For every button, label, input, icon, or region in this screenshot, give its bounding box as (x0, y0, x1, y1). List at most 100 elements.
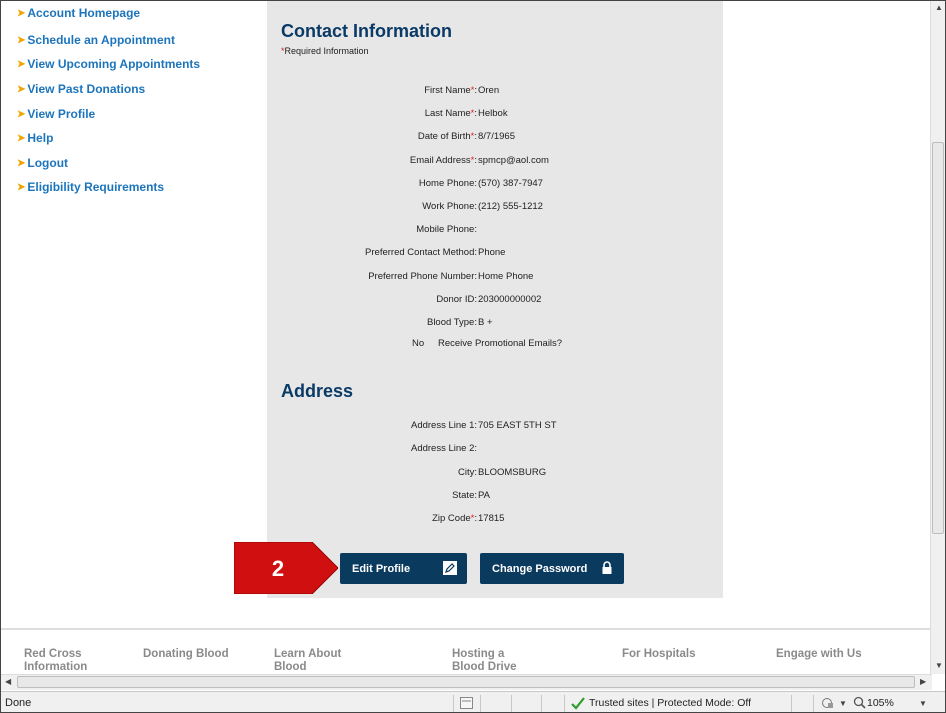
field-label: Last Name*: (424, 108, 477, 120)
zoom-icon[interactable] (853, 696, 866, 709)
field-value: spmcp@aol.com (478, 154, 549, 166)
footer-link-label: Donating Blood (143, 648, 229, 660)
footer-link-label: Engage with Us (776, 648, 862, 660)
nav-account-homepage[interactable]: ➤ Account Homepage (17, 6, 140, 20)
status-divider (480, 695, 481, 712)
footer-link-red-cross-information[interactable]: Red Cross Information (24, 648, 87, 674)
field-value: 705 EAST 5TH ST (478, 420, 557, 431)
scroll-left-icon[interactable]: ◀ (5, 677, 11, 686)
security-zone-text[interactable]: Trusted sites | Protected Mode: Off (589, 697, 751, 709)
field-label: Address Line 1: (410, 420, 477, 431)
footer-link-donating-blood[interactable]: Donating Blood (143, 648, 229, 661)
step-callout-arrow: 2 (234, 542, 338, 594)
chevron-right-icon: ➤ (17, 84, 26, 95)
nav-schedule-appointment[interactable]: ➤ Schedule an Appointment (17, 33, 175, 47)
address-heading: Address (281, 381, 354, 401)
field-label: Donor ID: (436, 293, 477, 305)
scroll-right-icon[interactable]: ▶ (920, 677, 926, 686)
field-value: Oren (478, 85, 500, 96)
footer-link-label: For Hospitals (622, 648, 696, 660)
required-asterisk: * (470, 513, 475, 525)
zoom-dropdown-icon[interactable]: ▼ (919, 699, 927, 708)
field-value: Home Phone (478, 270, 534, 282)
field-value: 8/7/1965 (478, 131, 515, 143)
required-asterisk: * (470, 85, 475, 96)
nav-help[interactable]: ➤ Help (17, 131, 53, 145)
field-value: 17815 (478, 513, 505, 525)
footer-link-learn-about-blood[interactable]: Learn About Blood (274, 648, 341, 674)
scroll-down-icon[interactable]: ▼ (935, 661, 943, 670)
status-divider (453, 695, 454, 712)
field-label: State: (452, 489, 477, 501)
field-value: 203000000002 (478, 293, 542, 305)
required-asterisk: * (470, 131, 475, 143)
vertical-scrollbar[interactable]: ▲ ▼ (930, 1, 945, 674)
nav-view-profile[interactable]: ➤ View Profile (17, 107, 95, 121)
field-value: B + (478, 317, 493, 328)
nav-view-past-donations[interactable]: ➤ View Past Donations (17, 82, 145, 96)
field-label: Address Line 2: (410, 443, 477, 455)
footer-link-for-hospitals[interactable]: For Hospitals (622, 648, 695, 661)
field-value: Phone (478, 247, 506, 259)
footer-link-engage-with-us[interactable]: Engage with Us (776, 648, 862, 661)
edit-profile-button[interactable]: Edit Profile (340, 553, 467, 584)
chevron-right-icon: ➤ (17, 35, 26, 46)
horizontal-scroll-thumb[interactable] (17, 676, 915, 688)
nav-logout[interactable]: ➤ Logout (17, 156, 68, 170)
promo-emails-value: No (412, 338, 425, 349)
field-value: PA (478, 489, 490, 501)
chevron-right-icon: ➤ (17, 59, 26, 70)
field-label: Preferred Phone Number: (368, 270, 477, 282)
lock-icon (602, 561, 612, 574)
status-divider (511, 695, 512, 712)
browser-window: ➤ Account Homepage ➤ Schedule an Appointme… (0, 0, 946, 713)
chevron-right-icon: ➤ (17, 109, 26, 120)
profile-panel: Contact Information *Required Informatio… (267, 1, 723, 598)
chevron-right-icon: ➤ (17, 182, 26, 193)
status-bar: Done Trusted sites | Protected Mode: Off… (1, 691, 945, 712)
pencil-icon (443, 561, 457, 575)
chevron-right-icon: ➤ (17, 158, 26, 169)
field-label: City: (457, 466, 477, 478)
field-label: Home Phone: (418, 177, 477, 189)
scroll-up-icon[interactable]: ▲ (935, 3, 943, 12)
status-text: Done (5, 697, 32, 709)
footer-divider (1, 628, 931, 630)
footer-link-hosting-blood-drive[interactable]: Hosting a Blood Drive (452, 648, 517, 674)
footer-link-label: Hosting a Blood Drive (452, 648, 517, 673)
required-asterisk: * (470, 108, 475, 120)
page-icon (460, 697, 473, 709)
field-value: (212) 555-1212 (478, 201, 543, 212)
chevron-right-icon: ➤ (17, 8, 26, 19)
field-label: Work Phone: (422, 201, 477, 212)
status-divider (564, 695, 565, 712)
field-label: Date of Birth*: (417, 131, 477, 143)
field-label: Mobile Phone: (416, 224, 477, 236)
nav-eligibility-requirements[interactable]: ➤ Eligibility Requirements (17, 180, 164, 194)
horizontal-scrollbar[interactable]: ◀ ▶ (1, 674, 932, 690)
field-value: Helbok (478, 108, 508, 120)
promo-emails-label: Receive Promotional Emails? (438, 338, 563, 349)
contact-information-heading: Contact Information (281, 21, 452, 41)
status-divider (813, 695, 814, 712)
chevron-down-icon[interactable]: ▼ (839, 699, 847, 708)
footer-link-label: Learn About Blood (274, 648, 342, 673)
nav-view-upcoming-appointments[interactable]: ➤ View Upcoming Appointments (17, 57, 200, 71)
footer-link-label: Red Cross Information (24, 648, 88, 673)
zoom-level[interactable]: 105% (867, 697, 894, 709)
change-password-button[interactable]: Change Password (480, 553, 624, 584)
field-value: (570) 387-7947 (478, 177, 543, 189)
protected-mode-icon[interactable] (821, 697, 835, 709)
field-value: BLOOMSBURG (478, 466, 547, 478)
status-divider (541, 695, 542, 712)
checkmark-icon (571, 697, 585, 710)
field-label: Preferred Contact Method: (365, 247, 477, 259)
required-note: *Required Information (281, 46, 369, 56)
required-asterisk: * (470, 154, 475, 166)
field-label: First Name*: (424, 85, 477, 96)
vertical-scroll-thumb[interactable] (932, 142, 944, 534)
field-label: Zip Code*: (432, 513, 477, 525)
step-number: 2 (272, 556, 284, 581)
status-divider (791, 695, 792, 712)
field-label: Email Address*: (409, 154, 477, 166)
